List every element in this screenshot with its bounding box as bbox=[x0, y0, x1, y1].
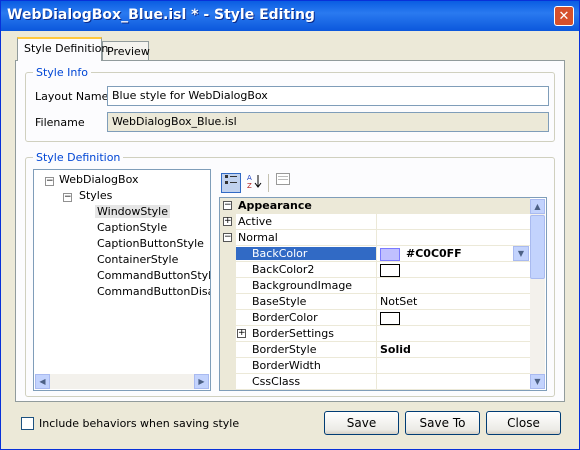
layout-name-label: Layout Name bbox=[35, 90, 109, 103]
alphabetical-sort-icon[interactable]: AZ bbox=[244, 173, 264, 193]
property-name: Normal bbox=[238, 231, 278, 244]
tree-node-window-style[interactable]: WindowStyle bbox=[95, 205, 171, 218]
expand-icon[interactable]: + bbox=[237, 329, 246, 338]
tree-node-command-button-style[interactable]: CommandButtonStyle bbox=[97, 269, 210, 282]
collapse-icon[interactable]: − bbox=[223, 201, 232, 210]
tab-preview[interactable]: Preview bbox=[102, 41, 150, 61]
expand-icon[interactable]: + bbox=[223, 217, 232, 226]
filename-field: WebDialogBox_Blue.isl bbox=[107, 112, 549, 132]
tree-node-styles[interactable]: Styles bbox=[79, 189, 112, 202]
tree-node-caption-style[interactable]: CaptionStyle bbox=[97, 221, 167, 234]
scroll-up-icon[interactable]: ▲ bbox=[530, 199, 545, 214]
property-row-selected[interactable]: BackColor #C0C0FF ▼ bbox=[220, 246, 530, 262]
collapse-icon[interactable]: − bbox=[223, 233, 232, 242]
filename-label: Filename bbox=[35, 116, 85, 129]
color-swatch-icon bbox=[380, 263, 400, 277]
category-label: Appearance bbox=[238, 199, 312, 212]
save-button[interactable]: Save bbox=[324, 411, 399, 435]
style-info-group-label: Style Info bbox=[33, 66, 91, 79]
scroll-right-icon[interactable]: ▶ bbox=[194, 374, 209, 389]
tree-node-command-button-disable[interactable]: CommandButtonDisable bbox=[97, 285, 210, 298]
property-name: BorderColor bbox=[252, 311, 318, 324]
property-value[interactable]: #C0C0FF bbox=[376, 246, 530, 261]
scroll-down-icon[interactable]: ▼ bbox=[530, 374, 545, 389]
include-behaviors-label[interactable]: Include behaviors when saving style bbox=[39, 417, 239, 430]
property-name: BackgroundImage bbox=[252, 279, 353, 292]
toolbar-separator bbox=[268, 174, 269, 192]
property-row[interactable]: + BorderSettings bbox=[220, 326, 530, 342]
save-to-button[interactable]: Save To bbox=[405, 411, 480, 435]
property-row[interactable]: BackgroundImage bbox=[220, 278, 530, 294]
close-button[interactable]: Close bbox=[486, 411, 561, 435]
scroll-thumb[interactable] bbox=[530, 215, 545, 279]
property-name: BorderWidth bbox=[252, 359, 321, 372]
property-value[interactable] bbox=[376, 214, 530, 229]
property-name: BackColor2 bbox=[252, 263, 315, 276]
window-close-button[interactable]: ✕ bbox=[554, 6, 574, 26]
tree-node-container-style[interactable]: ContainerStyle bbox=[97, 253, 178, 266]
style-definition-group-label: Style Definition bbox=[33, 151, 124, 164]
property-name: BorderStyle bbox=[252, 343, 317, 356]
style-editing-window: WebDialogBox_Blue.isl * - Style Editing … bbox=[0, 0, 580, 450]
property-value[interactable]: Solid bbox=[376, 342, 530, 357]
property-name: BaseStyle bbox=[252, 295, 307, 308]
property-value[interactable] bbox=[376, 262, 530, 277]
title-bar[interactable]: WebDialogBox_Blue.isl * - Style Editing … bbox=[1, 1, 579, 31]
property-row[interactable]: BorderColor bbox=[220, 310, 530, 326]
property-row[interactable]: − Normal bbox=[220, 230, 530, 246]
property-value[interactable] bbox=[376, 326, 530, 341]
scroll-left-icon[interactable]: ◀ bbox=[35, 374, 50, 389]
include-behaviors-checkbox[interactable] bbox=[21, 417, 34, 430]
property-value[interactable]: NotSet bbox=[376, 294, 530, 309]
color-swatch-icon bbox=[380, 247, 400, 261]
window-title: WebDialogBox_Blue.isl * - Style Editing bbox=[7, 7, 315, 23]
layout-name-input[interactable]: Blue style for WebDialogBox bbox=[107, 86, 549, 106]
svg-text:A: A bbox=[247, 174, 252, 182]
property-name: BackColor bbox=[236, 247, 376, 260]
tree-node-caption-button-style[interactable]: CaptionButtonStyle bbox=[97, 237, 204, 250]
property-row[interactable]: + Active bbox=[220, 214, 530, 230]
property-value[interactable] bbox=[376, 358, 530, 373]
property-row[interactable]: BorderStyle Solid bbox=[220, 342, 530, 358]
property-value[interactable] bbox=[376, 278, 530, 293]
property-pages-icon bbox=[273, 173, 293, 193]
tab-style-definition[interactable]: Style Definition bbox=[17, 37, 108, 61]
property-value-text: #C0C0FF bbox=[406, 247, 462, 260]
property-row[interactable]: CssClass bbox=[220, 374, 530, 390]
property-toolbar: AZ bbox=[219, 171, 555, 195]
style-tree[interactable]: − WebDialogBox − Styles WindowStyle Capt… bbox=[33, 169, 211, 391]
property-name: Active bbox=[238, 215, 273, 228]
property-row[interactable]: BackColor2 bbox=[220, 262, 530, 278]
property-value[interactable] bbox=[376, 374, 530, 389]
property-row[interactable]: BaseStyle NotSet bbox=[220, 294, 530, 310]
property-row[interactable]: BorderWidth bbox=[220, 358, 530, 374]
color-swatch-icon bbox=[380, 311, 400, 325]
property-value[interactable] bbox=[376, 310, 530, 325]
collapse-icon[interactable]: − bbox=[63, 193, 72, 202]
property-grid[interactable]: − Appearance + Active − Normal BackColor… bbox=[219, 197, 547, 391]
svg-text:Z: Z bbox=[247, 182, 252, 189]
dropdown-arrow-icon[interactable]: ▼ bbox=[513, 246, 529, 261]
tree-node-root[interactable]: WebDialogBox bbox=[59, 173, 138, 186]
property-name: BorderSettings bbox=[252, 327, 334, 340]
category-appearance[interactable]: − Appearance bbox=[220, 198, 530, 214]
categorized-icon[interactable] bbox=[221, 173, 241, 193]
property-value[interactable] bbox=[376, 230, 530, 245]
tree-horizontal-scrollbar[interactable]: ◀ ▶ bbox=[35, 374, 209, 389]
property-name: CssClass bbox=[252, 375, 301, 388]
collapse-icon[interactable]: − bbox=[45, 177, 54, 186]
grid-vertical-scrollbar[interactable]: ▲ ▼ bbox=[530, 199, 545, 389]
